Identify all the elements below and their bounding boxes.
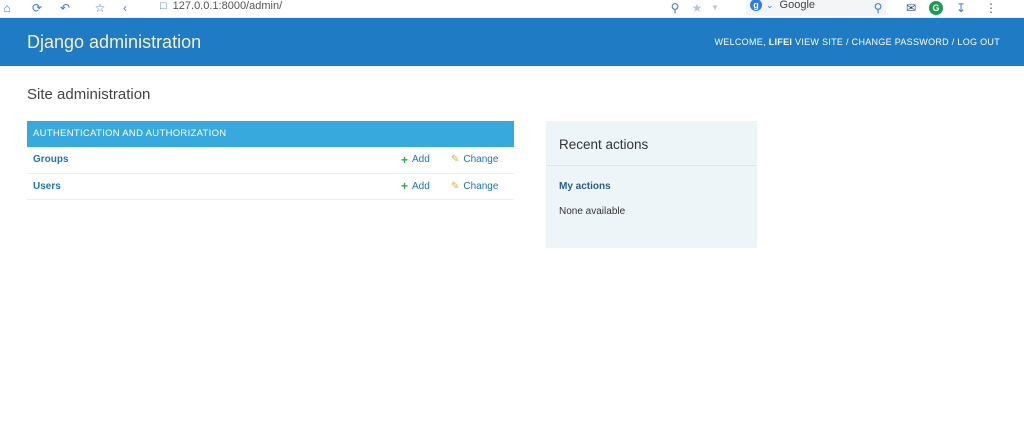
module-caption[interactable]: AUTHENTICATION AND AUTHORIZATION [27, 121, 514, 147]
recent-actions-panel: Recent actions My actions None available [546, 121, 757, 248]
undo-icon[interactable]: ↶ [58, 1, 72, 15]
welcome-text: WELCOME, [714, 37, 769, 47]
search-engine-icon[interactable]: g [750, 0, 762, 12]
home-icon[interactable]: ⌂ [0, 1, 14, 15]
bookmark-star-icon[interactable]: ★ [690, 1, 704, 15]
table-row: Groups + Add ✎ Change [27, 147, 514, 174]
page-title: Site administration [27, 86, 151, 103]
model-link-groups[interactable]: Groups [33, 154, 69, 165]
my-actions-heading: My actions [559, 181, 611, 192]
star-icon[interactable]: ☆ [93, 1, 107, 15]
pin-icon[interactable]: ⚲ [668, 1, 682, 15]
bookmark-dropdown-icon[interactable]: ▼ [708, 1, 722, 15]
url-text: 127.0.0.1:8000/admin/ [172, 0, 283, 12]
search-placeholder: Google [779, 0, 816, 11]
change-label: Change [463, 180, 499, 192]
address-bar[interactable]: □ 127.0.0.1:8000/admin/ [160, 0, 282, 18]
pencil-icon: ✎ [451, 154, 460, 166]
site-branding[interactable]: Django administration [27, 32, 201, 53]
model-link-users[interactable]: Users [33, 181, 61, 192]
add-label: Add [412, 154, 430, 166]
grammarly-icon[interactable]: G [929, 1, 943, 15]
change-button[interactable]: ✎ Change [451, 154, 498, 165]
pencil-icon: ✎ [451, 180, 460, 192]
mail-icon[interactable]: ✉ [904, 1, 918, 15]
menu-dots-icon[interactable]: ⋮ [984, 1, 998, 15]
plus-icon: + [401, 179, 409, 194]
change-label: Change [463, 154, 499, 166]
add-button[interactable]: + Add [401, 179, 430, 193]
log-out-link[interactable]: LOG OUT [957, 37, 1000, 47]
change-password-link[interactable]: CHANGE PASSWORD [852, 37, 949, 47]
search-icon[interactable]: ⚲ [871, 1, 885, 15]
page-icon: □ [160, 0, 167, 12]
empty-state-text: None available [559, 206, 626, 217]
app-module-auth: AUTHENTICATION AND AUTHORIZATION Groups … [27, 121, 514, 200]
search-box[interactable]: g ⌄ Google [746, 0, 886, 16]
separator: / [843, 37, 852, 47]
site-header: Django administration WELCOME, LIFEI VIE… [0, 18, 1024, 66]
table-row: Users + Add ✎ Change [27, 174, 514, 200]
view-site-link[interactable]: VIEW SITE [795, 37, 843, 47]
plus-icon: + [401, 152, 409, 167]
chevron-down-icon[interactable]: ⌄ [766, 0, 774, 10]
user-tools: WELCOME, LIFEI VIEW SITE / CHANGE PASSWO… [714, 37, 1000, 47]
browser-toolbar: ⌂ ⟳ ↶ ☆ ‹ □ 127.0.0.1:8000/admin/ ⚲ ★ ▼ g… [0, 0, 1024, 18]
recent-actions-title: Recent actions [546, 121, 757, 166]
back-icon[interactable]: ‹ [118, 1, 132, 15]
change-button[interactable]: ✎ Change [451, 181, 498, 192]
reload-icon[interactable]: ⟳ [30, 1, 44, 15]
username: LIFEI [768, 37, 793, 47]
add-label: Add [412, 180, 430, 192]
download-icon[interactable]: ↧ [954, 1, 968, 15]
add-button[interactable]: + Add [401, 153, 430, 167]
